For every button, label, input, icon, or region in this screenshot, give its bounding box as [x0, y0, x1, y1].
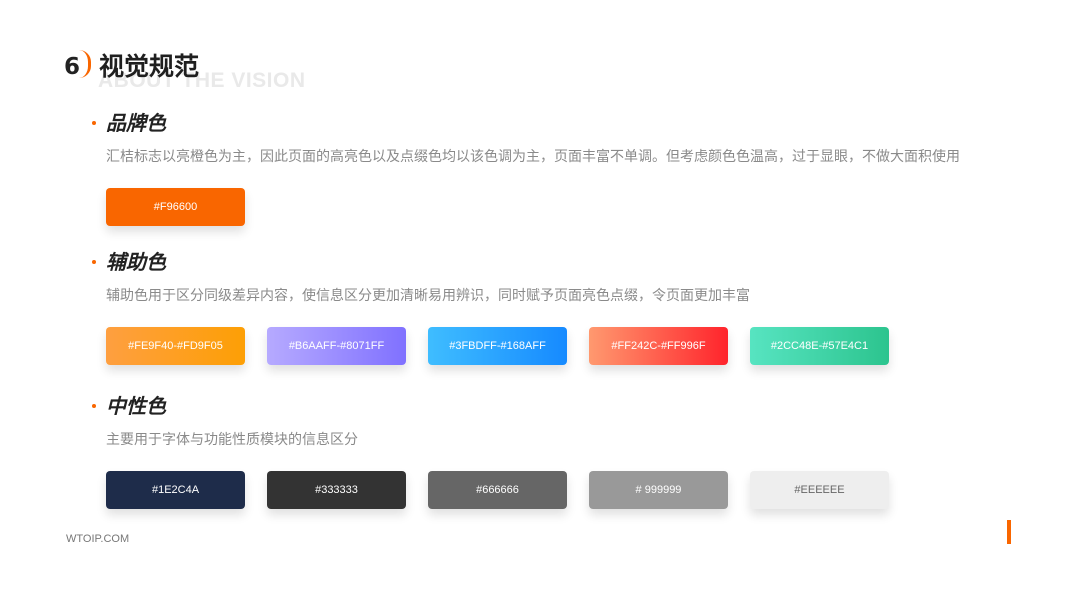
color-swatch: #333333	[267, 471, 406, 509]
section-description-brand: 汇桔标志以亮橙色为主，因此页面的高亮色以及点缀色均以该色调为主，页面丰富不单调。…	[106, 149, 960, 165]
section-title-text: 品牌色	[106, 111, 166, 135]
swatch-label: #FF242C-#FF996F	[611, 340, 706, 352]
swatch-label: #2CC48E-#57E4C1	[770, 340, 869, 352]
color-swatch: #F96600	[106, 188, 245, 226]
section-number: 6	[64, 54, 81, 80]
swatch-label: #1E2C4A	[151, 484, 200, 496]
section-description-auxiliary: 辅助色用于区分同级差异内容，使信息区分更加清晰易用辨识，同时赋予页面亮色点缀，令…	[106, 288, 750, 304]
swatch-label: #B6AAFF-#8071FF	[288, 340, 385, 352]
number-arc-decoration	[79, 50, 91, 78]
section-description-neutral: 主要用于字体与功能性质模块的信息区分	[106, 432, 358, 448]
swatch-label: # 999999	[635, 484, 682, 496]
section-title-brand: 品牌色	[92, 110, 166, 136]
accent-bar	[1007, 520, 1011, 544]
bullet-dot	[92, 403, 96, 408]
swatch-label: #666666	[476, 484, 519, 496]
color-swatch: #EEEEEE	[750, 471, 889, 509]
color-swatch: #FE9F40-#FD9F05	[106, 327, 245, 365]
color-swatch: #3FBDFF-#168AFF	[428, 327, 567, 365]
color-swatch: #2CC48E-#57E4C1	[750, 327, 889, 365]
page-title: 视觉规范	[99, 52, 200, 81]
swatch-label: #FE9F40-#FD9F05	[128, 340, 223, 352]
swatch-label: #F96600	[153, 201, 198, 213]
color-swatch: #FF242C-#FF996F	[589, 327, 728, 365]
section-title-text: 辅助色	[106, 250, 166, 274]
swatch-label: #3FBDFF-#168AFF	[449, 340, 546, 352]
color-swatch: #1E2C4A	[106, 471, 245, 509]
swatch-label: #333333	[315, 484, 358, 496]
swatch-label: #EEEEEE	[794, 484, 845, 496]
section-title-neutral: 中性色	[92, 393, 166, 419]
section-title-text: 中性色	[106, 394, 166, 418]
color-swatch: # 999999	[589, 471, 728, 509]
section-title-auxiliary: 辅助色	[92, 249, 166, 275]
color-swatch: #666666	[428, 471, 567, 509]
bullet-dot	[92, 259, 96, 264]
footer-site: WTOIP.COM	[66, 533, 130, 545]
color-swatch: #B6AAFF-#8071FF	[267, 327, 406, 365]
bullet-dot	[92, 120, 96, 125]
